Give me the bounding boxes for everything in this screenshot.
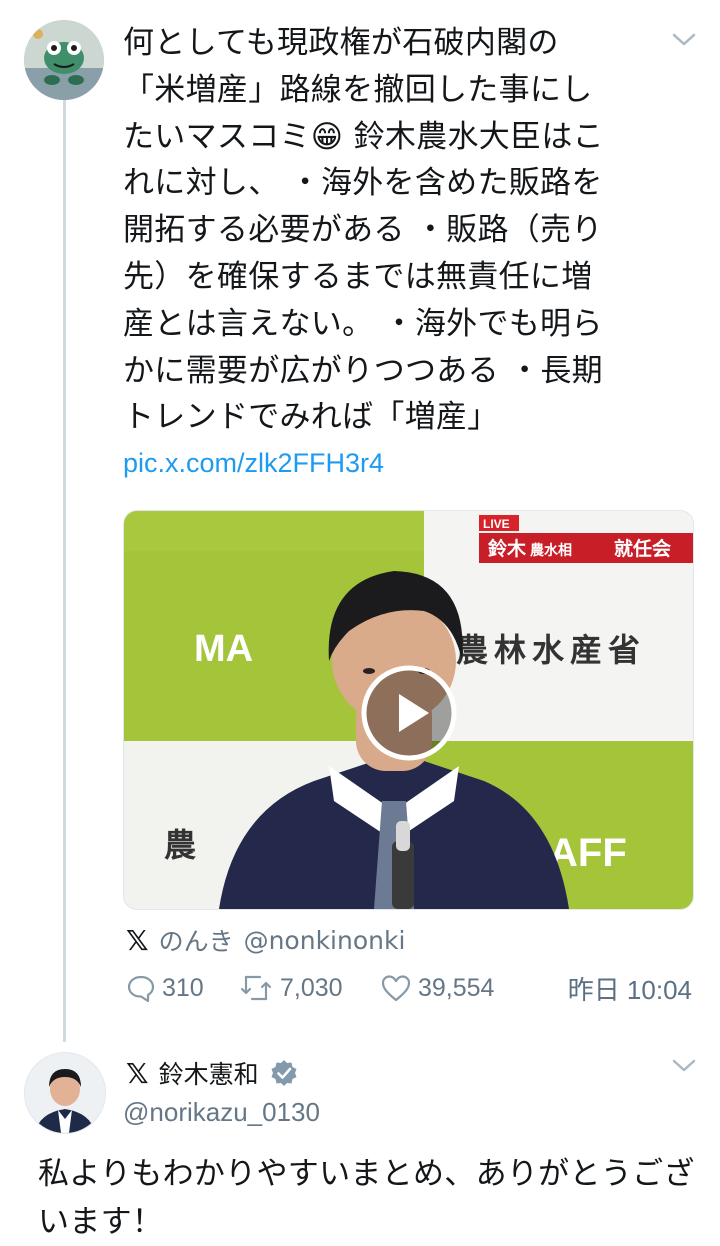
retweet-icon <box>240 975 272 1001</box>
media-link[interactable]: pic.x.com/zlk2FFH3r4 <box>123 448 384 479</box>
source-name: のんき <box>158 927 234 956</box>
x-logo-icon: 𝕏 <box>126 1056 149 1090</box>
x-logo-icon: 𝕏 <box>126 923 149 957</box>
source-handle: @nonkinonki <box>243 925 406 955</box>
tweet-text: 何としても現政権が石破内閣の 「米増産」路線を撤回した事にし たいマスコミ😁 鈴… <box>123 25 604 436</box>
tweet-actions: 310 7,030 39,554 昨日 10:04 <box>126 968 692 1008</box>
tweet-timestamp[interactable]: 昨日 10:04 <box>568 968 692 1008</box>
verified-badge-icon <box>271 1060 297 1086</box>
retweet-count: 7,030 <box>280 973 343 1002</box>
sign-maff-left: MA <box>194 628 253 670</box>
reply-icon <box>127 975 155 1003</box>
sign-maff-right: AFF <box>549 831 627 875</box>
avatar-nonki[interactable] <box>24 20 104 100</box>
sign-ministry: 農林水産省 <box>456 631 646 669</box>
reply-text: 私よりもわかりやすいまとめ、ありがとうございます！ <box>38 1156 695 1240</box>
like-icon <box>381 975 411 1002</box>
sign-kanji-left: 農 <box>164 826 196 864</box>
reply-count: 310 <box>162 973 204 1002</box>
caption-event: 就任会 <box>614 537 671 560</box>
retweet-button[interactable]: 7,030 <box>238 968 343 1008</box>
like-button[interactable]: 39,554 <box>380 968 494 1008</box>
chevron-down-icon[interactable] <box>671 1058 697 1074</box>
reply-author-handle[interactable]: @norikazu_0130 <box>123 1097 320 1128</box>
source-attribution[interactable]: 𝕏 のんき @nonkinonki <box>126 922 405 958</box>
like-count: 39,554 <box>418 973 495 1002</box>
reply-author[interactable]: 𝕏 鈴木憲和 <box>126 1055 299 1091</box>
play-icon[interactable] <box>359 663 459 763</box>
avatar-suzuki[interactable] <box>24 1052 106 1134</box>
suzuki-avatar-image <box>25 1053 105 1133</box>
caption-name: 鈴木 <box>488 537 527 560</box>
live-badge: LIVE <box>483 517 510 531</box>
reply-button[interactable]: 310 <box>126 968 204 1008</box>
frog-avatar-image <box>24 20 104 100</box>
caption-title: 農水相 <box>530 542 572 559</box>
thread-connector-line <box>63 100 66 1042</box>
reply-author-name: 鈴木憲和 <box>158 1060 259 1089</box>
tweet-video[interactable]: MA 農林水産省 AFF 農 LIVE 鈴木 農水相 就任会 <box>123 510 694 910</box>
